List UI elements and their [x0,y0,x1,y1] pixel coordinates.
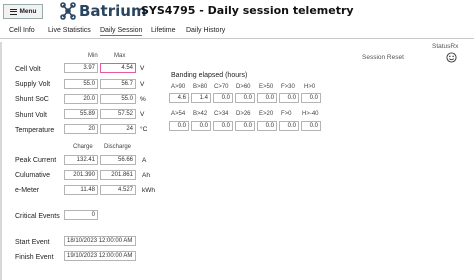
tab-daily-session[interactable]: Daily Session [100,27,143,36]
cell-volt-label: Cell Volt [15,66,41,73]
finish-event-value: 19/10/2023 12:00:00 AM [64,251,136,261]
e-meter-unit: kWh [142,187,155,194]
band-c34-label: C>34 [214,111,229,117]
e-meter-charge: 11.48 [64,185,98,195]
band-e20-label: E>20 [259,111,274,117]
e-meter-discharge: 4.527 [100,185,136,195]
session-reset-button[interactable]: Session Reset [362,54,404,61]
culumative-discharge: 201.861 [100,170,136,180]
cell-volt-unit: V [140,65,145,72]
finish-event-label: Finish Event [15,254,54,261]
band-b80-value: 1.4 [191,93,211,103]
min-header: Min [88,53,98,59]
temperature-min: 20 [64,124,98,134]
cell-volt-max: 4.54 [100,63,136,73]
peak-current-charge: 132.41 [64,155,98,165]
hamburger-icon [9,8,17,15]
start-event-value: 18/10/2023 12:00:00 AM [64,236,136,246]
tab-bar: Cell Info Live Statistics Daily Session … [0,25,474,39]
menu-button-label: Menu [19,8,37,15]
temperature-unit: °C [140,126,148,133]
tab-daily-history[interactable]: Daily History [186,27,225,34]
shunt-volt-unit: V [140,111,145,118]
band-c34-value: 0.0 [213,121,233,131]
menu-button[interactable]: Menu [3,4,43,19]
shunt-soc-unit: % [140,96,146,103]
band-d60-value: 0.0 [235,93,255,103]
batrium-logo: Batrium [60,2,147,20]
status-rx-label: StatusRx [432,43,459,50]
band-b42-label: B>42 [193,111,208,117]
band-h-40-label: H>-40 [302,111,319,117]
critical-events-value: 0 [64,210,98,220]
supply-volt-label: Supply Volt [15,81,51,88]
shunt-volt-max: 57.52 [100,109,136,119]
logo-text: Batrium [79,2,147,20]
shunt-soc-label: Shunt SoC [15,96,49,103]
supply-volt-max: 56.7 [100,79,136,89]
culumative-label: Culumative [15,172,51,179]
critical-events-label: Critical Events [15,213,60,220]
temperature-max: 24 [100,124,136,134]
shunt-soc-min: 20.0 [64,94,98,104]
culumative-unit: Ah [142,172,150,179]
band-e20-value: 0.0 [257,121,277,131]
band-h0-value: 0.0 [301,93,321,103]
peak-current-discharge: 56.66 [100,155,136,165]
shunt-volt-min: 55.89 [64,109,98,119]
culumative-charge: 201.390 [64,170,98,180]
band-f30-value: 0.0 [279,93,299,103]
cell-volt-min: 3.97 [64,63,98,73]
supply-volt-unit: V [140,81,145,88]
band-c70-value: 0.0 [213,93,233,103]
page-title: SYS4795 - Daily session telemetry [141,4,354,17]
band-f0-label: F>0 [281,111,292,117]
band-e50-label: E>50 [259,84,274,90]
band-a54-label: A>54 [171,111,186,117]
tab-lifetime[interactable]: Lifetime [151,27,176,34]
band-c70-label: C>70 [214,84,229,90]
band-b42-value: 0.0 [191,121,211,131]
batrium-logo-icon [60,2,76,20]
e-meter-label: e-Meter [15,187,40,194]
band-h-40-value: 0.0 [301,121,321,131]
shunt-soc-max: 55.0 [100,94,136,104]
band-d60-label: D>60 [236,84,251,90]
tab-cell-info[interactable]: Cell Info [9,27,35,34]
band-h0-label: H>0 [304,84,316,90]
shunt-volt-label: Shunt Volt [15,112,47,119]
band-f30-label: F>30 [281,84,295,90]
discharge-header: Discharge [104,144,132,150]
band-a90-label: A>90 [171,84,186,90]
peak-current-label: Peak Current [15,157,57,164]
left-scrollbar[interactable] [0,42,2,280]
band-b80-label: B>80 [193,84,208,90]
smiley-face-icon [446,52,457,63]
max-header: Max [114,53,126,59]
tab-live-statistics[interactable]: Live Statistics [48,27,91,34]
charge-header: Charge [73,144,93,150]
band-e50-value: 0.0 [257,93,277,103]
banding-title: Banding elapsed (hours) [171,72,248,79]
band-d26-label: D>26 [236,111,251,117]
start-event-label: Start Event [15,239,50,246]
temperature-label: Temperature [15,127,55,134]
band-a54-value: 0.0 [169,121,189,131]
band-d26-value: 0.0 [235,121,255,131]
peak-current-unit: A [142,157,147,164]
supply-volt-min: 55.0 [64,79,98,89]
band-f0-value: 0.0 [279,121,299,131]
band-a90-value: 4.6 [169,93,189,103]
